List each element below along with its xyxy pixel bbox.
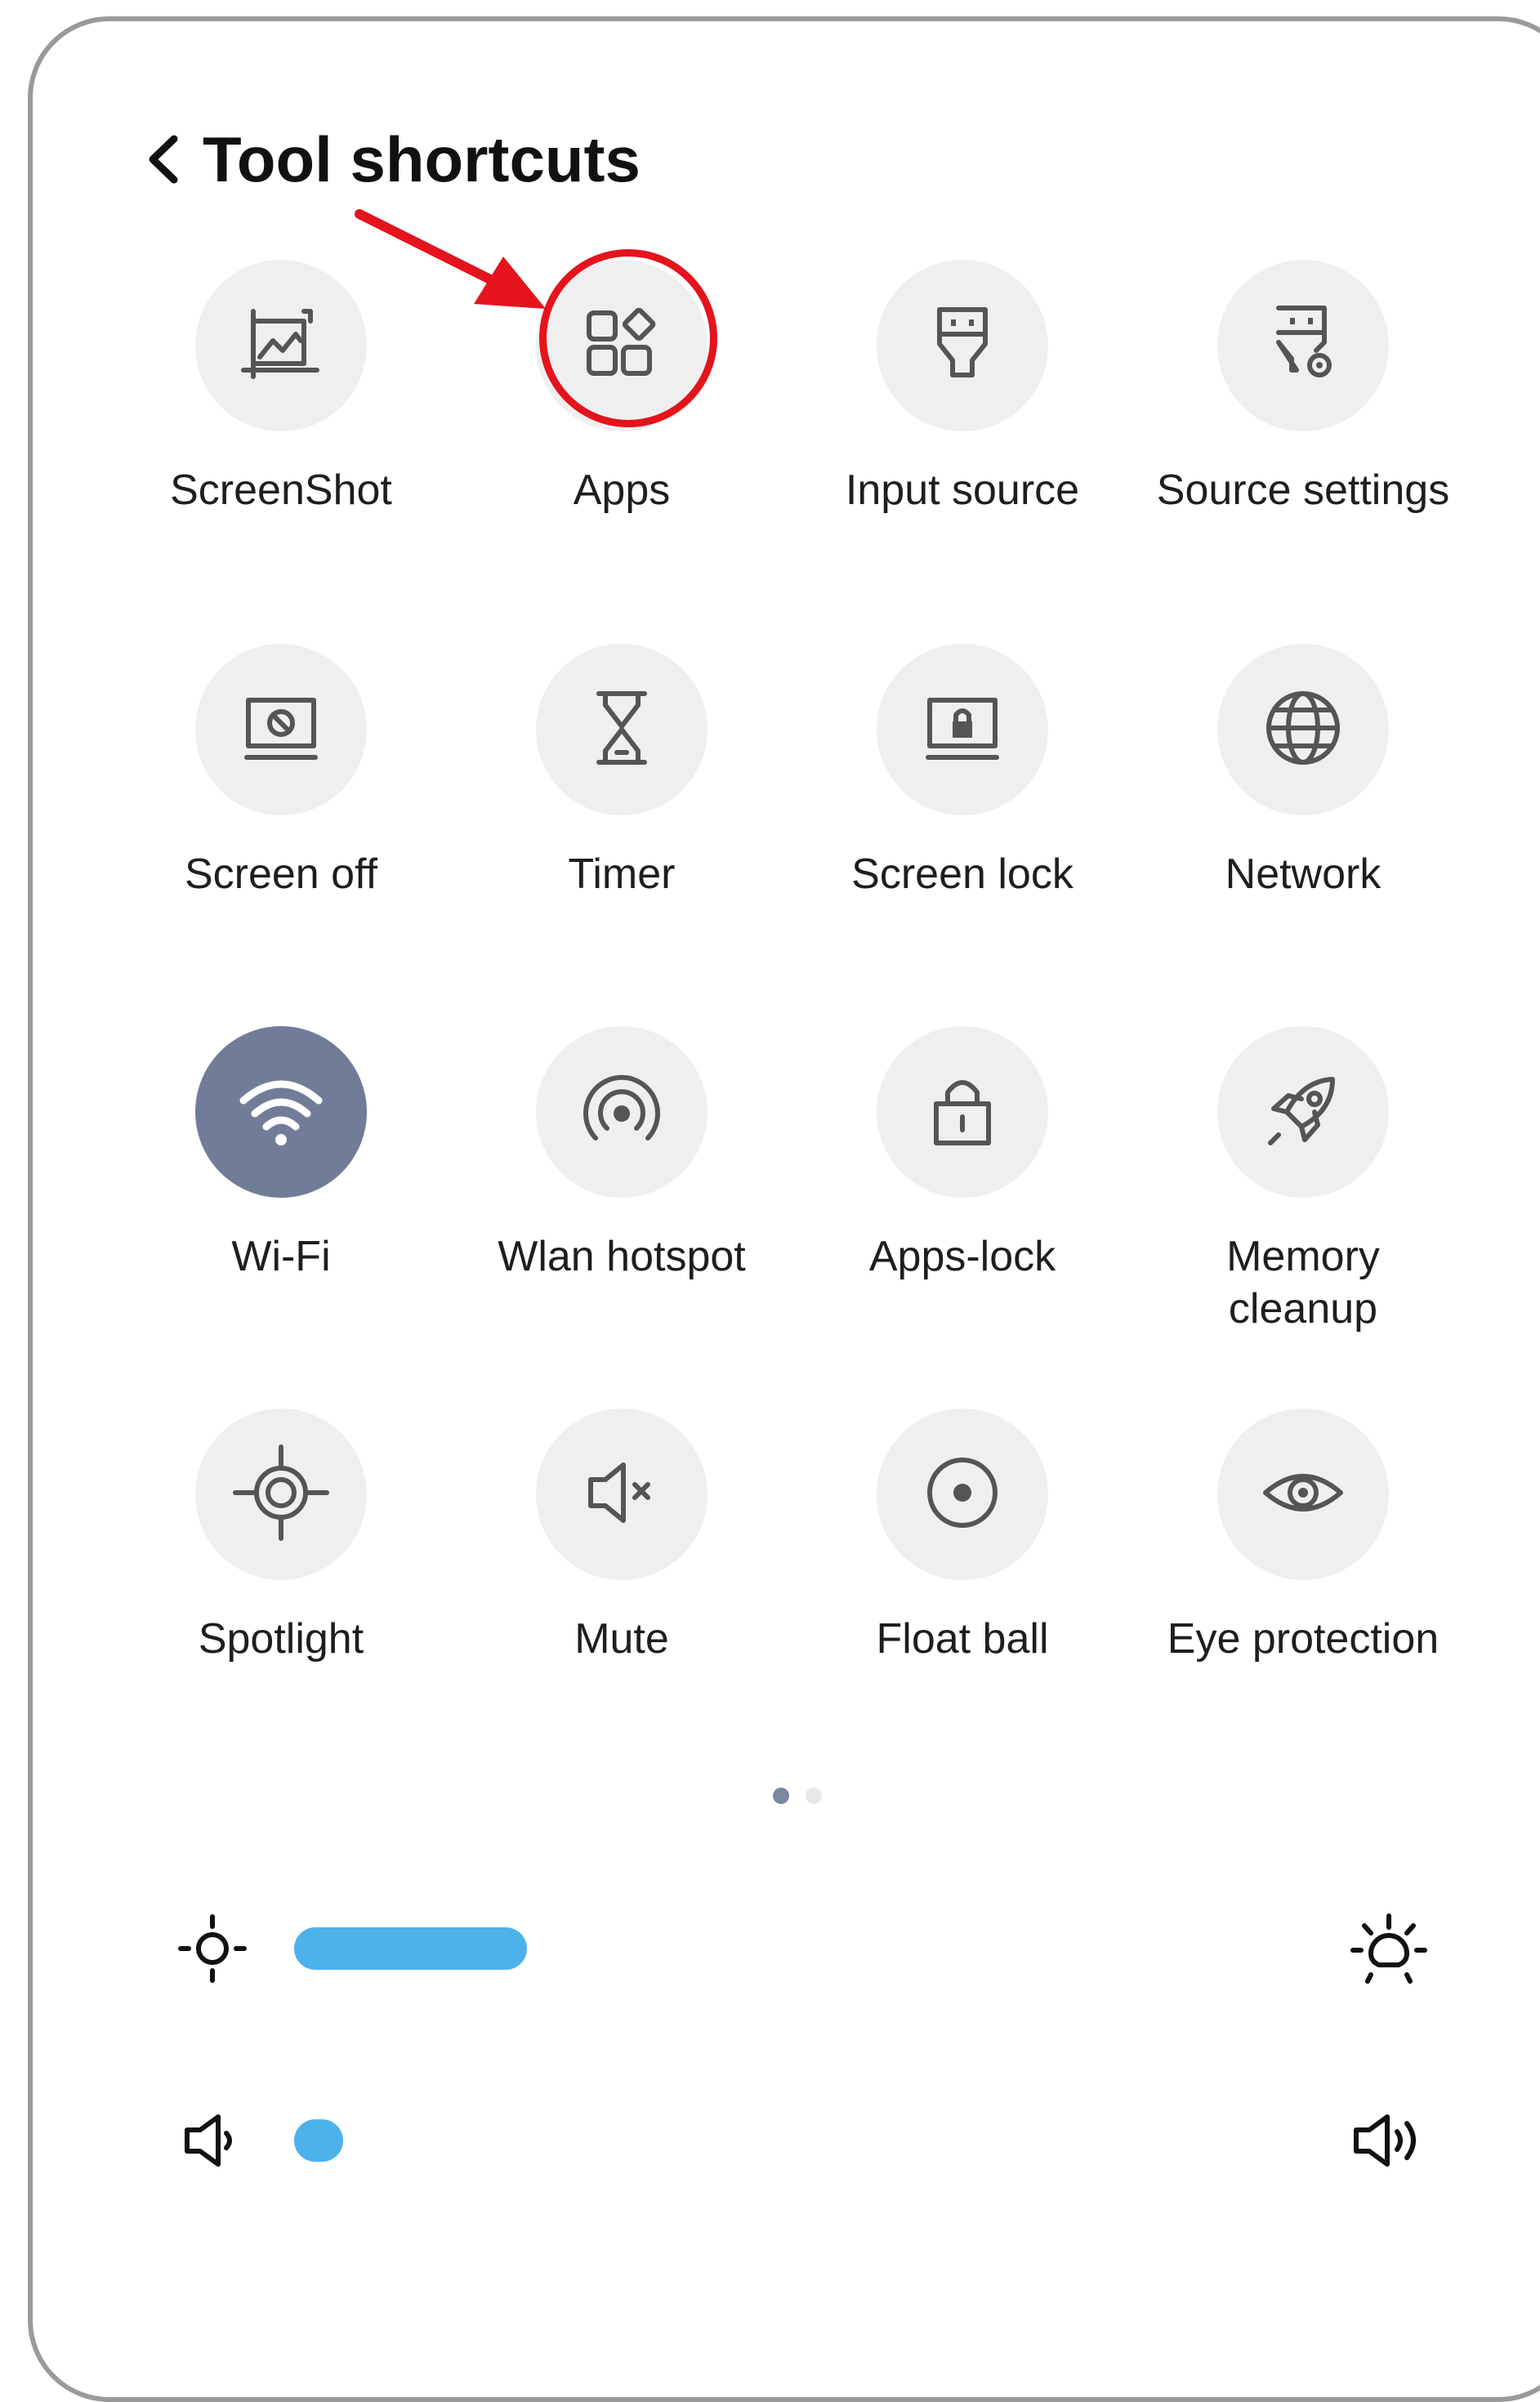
- tile-network[interactable]: Network: [1132, 644, 1475, 987]
- tile-label: Apps: [573, 467, 671, 514]
- mute-button[interactable]: [536, 1409, 708, 1580]
- volume-slider: [163, 2092, 1438, 2190]
- tile-label: Wi-Fi: [231, 1233, 331, 1280]
- mute-icon: [573, 1444, 671, 1546]
- network-button[interactable]: [1217, 644, 1389, 815]
- tile-apps[interactable]: Apps: [450, 260, 793, 603]
- screen-off-icon: [232, 679, 330, 781]
- volume-track[interactable]: [294, 2116, 1307, 2165]
- source-settings-icon: [1254, 295, 1352, 397]
- tile-eye-protection[interactable]: Eye protection: [1132, 1409, 1475, 1752]
- tile-label: Eye protection: [1167, 1615, 1440, 1663]
- apps-icon: [573, 295, 671, 397]
- eye-icon: [1254, 1444, 1352, 1546]
- tile-apps-lock[interactable]: Apps-lock: [791, 1026, 1134, 1369]
- float-ball-button[interactable]: [877, 1409, 1048, 1580]
- wlan-hotspot-button[interactable]: [536, 1026, 708, 1198]
- eye-protection-button[interactable]: [1217, 1409, 1389, 1580]
- tile-mute[interactable]: Mute: [450, 1409, 793, 1752]
- brightness-fill[interactable]: [294, 1927, 528, 1970]
- tile-wlan-hotspot[interactable]: Wlan hotspot: [450, 1026, 793, 1369]
- page-dot[interactable]: [806, 1788, 822, 1804]
- globe-icon: [1254, 679, 1352, 781]
- tile-timer[interactable]: Timer: [450, 644, 793, 987]
- tile-label: Input source: [845, 467, 1080, 514]
- memory-cleanup-button[interactable]: [1217, 1026, 1389, 1198]
- tile-label: Screen lock: [851, 851, 1074, 898]
- tile-wi-fi[interactable]: Wi-Fi: [109, 1026, 453, 1369]
- volume-high-icon: [1340, 2092, 1438, 2190]
- apps-button[interactable]: [536, 260, 708, 431]
- screen-lock-icon: [913, 679, 1011, 781]
- tile-label: Mute: [574, 1615, 669, 1663]
- tile-screenshot[interactable]: ScreenShot: [109, 260, 453, 603]
- wifi-icon: [232, 1061, 330, 1163]
- chevron-left-icon: [149, 135, 178, 184]
- padlock-icon: [913, 1061, 1011, 1163]
- back-button[interactable]: [131, 118, 196, 200]
- tile-label: Float ball: [876, 1615, 1049, 1663]
- volume-fill[interactable]: [294, 2119, 343, 2162]
- rocket-icon: [1254, 1061, 1352, 1163]
- header: Tool shortcuts: [131, 114, 641, 204]
- brightness-track[interactable]: [294, 1924, 1307, 1973]
- page-title: Tool shortcuts: [203, 123, 641, 195]
- wi-fi-button[interactable]: [195, 1026, 367, 1198]
- tile-float-ball[interactable]: Float ball: [791, 1409, 1134, 1752]
- apps-lock-button[interactable]: [877, 1026, 1048, 1198]
- screenshot-button[interactable]: [195, 260, 367, 431]
- volume-low-icon: [163, 2092, 261, 2190]
- input-source-icon: [913, 295, 1011, 397]
- tile-screen-lock[interactable]: Screen lock: [791, 644, 1134, 987]
- brightness-slider: [163, 1900, 1438, 1998]
- tile-label: Memory cleanup: [1226, 1233, 1380, 1333]
- tile-label: Apps-lock: [868, 1233, 1056, 1280]
- float-ball-icon: [913, 1444, 1011, 1546]
- page-dot-active[interactable]: [773, 1788, 789, 1804]
- tile-label: Spotlight: [198, 1615, 364, 1663]
- tile-screen-off[interactable]: Screen off: [109, 644, 453, 987]
- hourglass-icon: [573, 679, 671, 781]
- tile-label: Screen off: [184, 851, 378, 898]
- brightness-low-icon: [163, 1900, 261, 1998]
- source-settings-button[interactable]: [1217, 260, 1389, 431]
- tile-spotlight[interactable]: Spotlight: [109, 1409, 453, 1752]
- screen-off-button[interactable]: [195, 644, 367, 815]
- tile-memory-cleanup[interactable]: Memory cleanup: [1132, 1026, 1475, 1369]
- screen-lock-button[interactable]: [877, 644, 1048, 815]
- timer-button[interactable]: [536, 644, 708, 815]
- tile-label: Wlan hotspot: [498, 1233, 746, 1280]
- tile-label: Timer: [568, 851, 676, 898]
- hotspot-icon: [573, 1061, 671, 1163]
- crosshair-icon: [232, 1444, 330, 1546]
- brightness-high-icon: [1340, 1900, 1438, 1998]
- tile-source-settings[interactable]: Source settings: [1132, 260, 1475, 603]
- input-source-button[interactable]: [877, 260, 1048, 431]
- tile-label: Source settings: [1156, 467, 1450, 514]
- tile-label: Network: [1225, 851, 1382, 898]
- page-indicator: [773, 1788, 822, 1804]
- tile-label: ScreenShot: [170, 467, 392, 514]
- tile-input-source[interactable]: Input source: [791, 260, 1134, 603]
- spotlight-button[interactable]: [195, 1409, 367, 1580]
- screenshot-icon: [232, 295, 330, 397]
